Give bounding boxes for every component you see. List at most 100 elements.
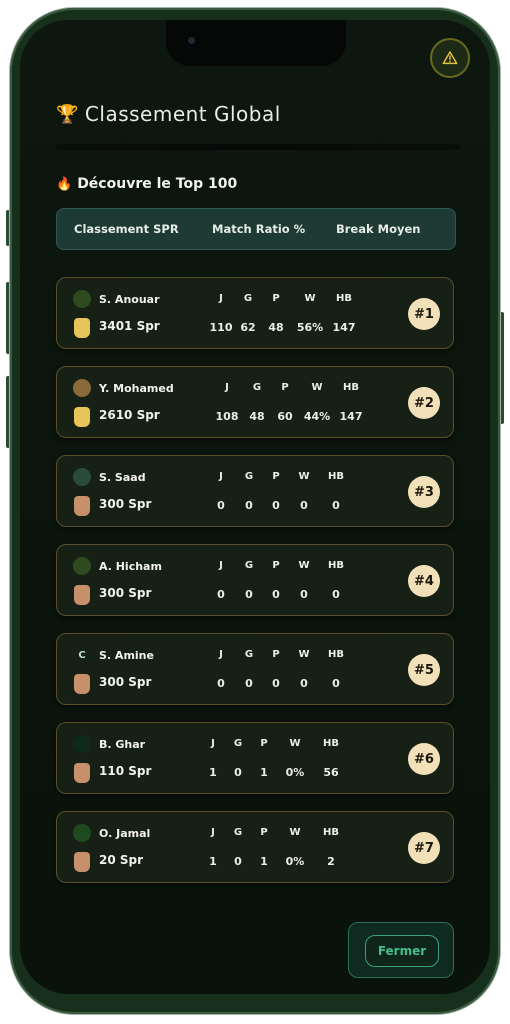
stat-value: 0	[332, 677, 340, 690]
close-button[interactable]: Fermer	[365, 935, 439, 967]
stat-value: 0	[245, 677, 253, 690]
stat-header: J	[211, 827, 215, 838]
section-subtitle-text: Découvre le Top 100	[77, 176, 238, 192]
header-divider	[56, 144, 460, 150]
power-button	[500, 312, 504, 424]
close-button-container: Fermer	[348, 922, 454, 978]
stat-header: P	[272, 293, 280, 304]
stat-header: HB	[323, 738, 339, 749]
stat-header: P	[260, 827, 268, 838]
stat-value: 147	[332, 321, 356, 334]
player-name: B. Ghar	[99, 738, 146, 751]
leaderboard-row[interactable]: S. Saad 300 Spr J 0 G 0 P 0 W 0 HB 0 #3	[56, 455, 454, 527]
stat-value: 0	[272, 677, 280, 690]
stat-header: J	[219, 293, 223, 304]
player-avatar	[73, 824, 91, 842]
stat-header: G	[252, 382, 262, 393]
player-avatar: C	[78, 649, 86, 661]
stat-header: J	[219, 649, 223, 660]
tier-badge-icon	[74, 585, 90, 605]
page-title: 🏆 Classement Global	[56, 102, 281, 126]
tier-badge-icon	[74, 318, 90, 338]
tab-break-moyen[interactable]: Break Moyen	[336, 222, 420, 236]
rank-badge: #7	[408, 832, 440, 864]
tier-badge-icon	[74, 763, 90, 783]
player-name: A. Hicham	[99, 560, 162, 573]
notch	[166, 20, 346, 66]
rank-badge: #5	[408, 654, 440, 686]
stat-value: 0%	[285, 855, 305, 868]
front-camera	[188, 37, 195, 44]
warning-button[interactable]	[430, 38, 470, 78]
page-title-text: Classement Global	[84, 102, 281, 126]
tab-classement-spr[interactable]: Classement SPR	[74, 222, 179, 236]
fire-icon: 🔥	[56, 176, 73, 192]
stat-value: 0	[217, 499, 225, 512]
stat-header: HB	[343, 382, 359, 393]
tier-badge-icon	[74, 496, 90, 516]
stat-value: 0	[234, 855, 242, 868]
leaderboard-row[interactable]: Y. Mohamed 2610 Spr J 108 G 48 P 60 W 44% HB 147 #2	[56, 366, 454, 438]
stat-header: W	[298, 560, 310, 571]
tab-match-ratio[interactable]: Match Ratio %	[212, 222, 305, 236]
player-spr: 300 Spr	[99, 586, 152, 600]
stat-header: W	[289, 738, 301, 749]
player-spr: 110 Spr	[99, 764, 152, 778]
leaderboard-row[interactable]: A. Hicham 300 Spr J 0 G 0 P 0 W 0 HB 0 #4	[56, 544, 454, 616]
stat-value: 1	[209, 766, 217, 779]
stat-header: W	[298, 471, 310, 482]
tier-badge-icon	[74, 852, 90, 872]
stat-value: 2	[327, 855, 335, 868]
stat-value: 44%	[303, 410, 331, 423]
rank-badge: #2	[408, 387, 440, 419]
stat-value: 0	[300, 677, 308, 690]
ranking-tabs: Classement SPR Match Ratio % Break Moyen	[56, 208, 456, 250]
stat-header: W	[289, 827, 301, 838]
stat-header: G	[244, 471, 254, 482]
stat-value: 0	[300, 588, 308, 601]
stat-value: 0	[300, 499, 308, 512]
stat-value: 62	[240, 321, 256, 334]
stat-value: 0%	[285, 766, 305, 779]
player-name: S. Saad	[99, 471, 146, 484]
player-spr: 20 Spr	[99, 853, 144, 867]
tier-badge-icon	[74, 407, 90, 427]
warning-icon	[442, 51, 458, 65]
stat-header: G	[233, 827, 243, 838]
player-avatar	[73, 557, 91, 575]
stat-value: 0	[332, 588, 340, 601]
stat-header: J	[219, 471, 223, 482]
stat-header: P	[281, 382, 289, 393]
stat-value: 0	[245, 499, 253, 512]
stat-header: W	[298, 649, 310, 660]
player-name: S. Amine	[99, 649, 154, 662]
rank-badge: #6	[408, 743, 440, 775]
stat-header: W	[311, 382, 323, 393]
stat-header: J	[211, 738, 215, 749]
player-spr: 3401 Spr	[99, 319, 160, 333]
leaderboard-row[interactable]: C S. Amine 300 Spr J 0 G 0 P 0 W 0 HB 0 #5	[56, 633, 454, 705]
stat-header: HB	[328, 649, 344, 660]
leaderboard-row[interactable]: B. Ghar 110 Spr J 1 G 0 P 1 W 0% HB 56 #6	[56, 722, 454, 794]
stat-header: P	[260, 738, 268, 749]
stat-value: 0	[272, 499, 280, 512]
stat-value: 147	[339, 410, 363, 423]
rank-badge: #1	[408, 298, 440, 330]
stat-header: HB	[328, 471, 344, 482]
player-name: O. Jamal	[99, 827, 151, 840]
player-name: Y. Mohamed	[99, 382, 174, 395]
leaderboard-row[interactable]: O. Jamal 20 Spr J 1 G 0 P 1 W 0% HB 2 #7	[56, 811, 454, 883]
player-avatar	[73, 735, 91, 753]
stat-value: 48	[268, 321, 284, 334]
stat-value: 108	[215, 410, 239, 423]
stat-value: 0	[332, 499, 340, 512]
stat-header: P	[272, 560, 280, 571]
stat-value: 48	[249, 410, 265, 423]
stat-header: G	[244, 649, 254, 660]
leaderboard-row[interactable]: S. Anouar 3401 Spr J 110 G 62 P 48 W 56% HB 147 #1	[56, 277, 454, 349]
stat-header: P	[272, 471, 280, 482]
stat-header: G	[243, 293, 253, 304]
stat-value: 60	[277, 410, 293, 423]
stat-header: J	[225, 382, 229, 393]
stat-header: J	[219, 560, 223, 571]
